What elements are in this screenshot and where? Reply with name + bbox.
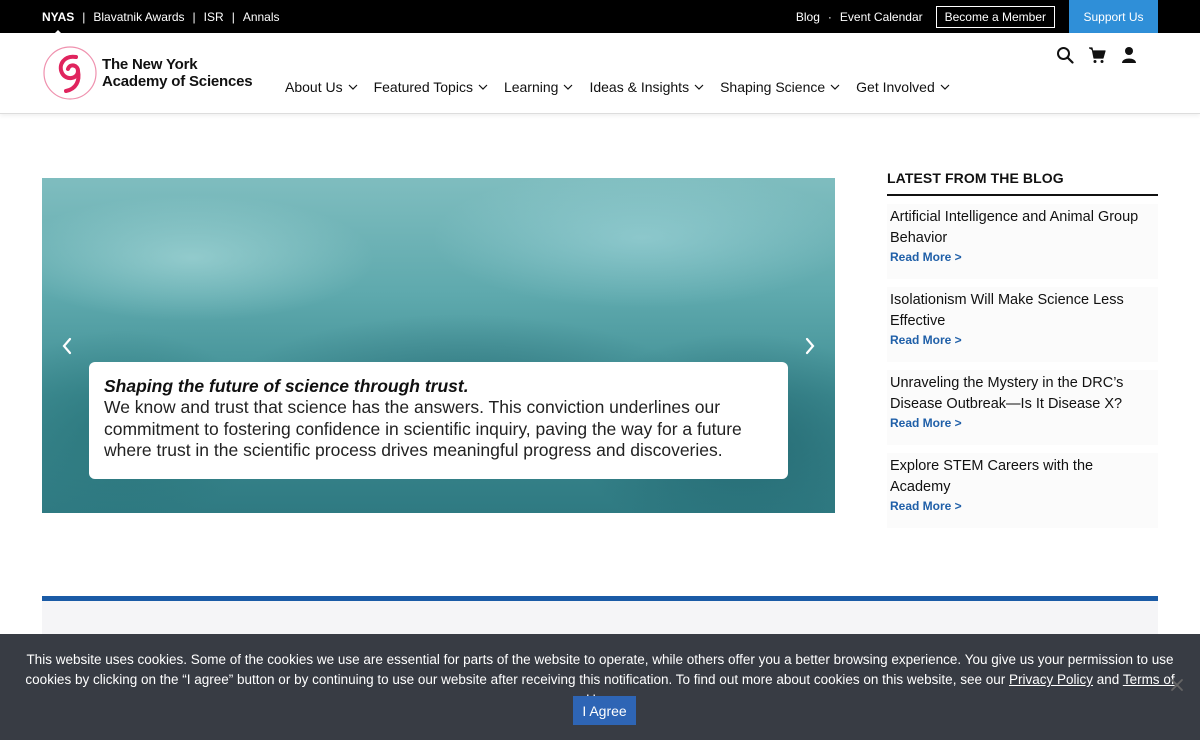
support-us-button[interactable]: Support Us: [1069, 0, 1158, 33]
blog-post: Artificial Intelligence and Animal Group…: [887, 204, 1158, 279]
chevron-down-icon: [564, 84, 573, 90]
user-icon[interactable]: [1120, 46, 1138, 64]
sister-sites-nav: NYAS | Blavatnik Awards | ISR | Annals: [42, 0, 280, 35]
separator: |: [192, 9, 196, 24]
read-more-link[interactable]: Read More >: [890, 250, 1155, 264]
utility-links: Blog · Event Calendar Become a Member Su…: [796, 0, 1158, 33]
read-more-link[interactable]: Read More >: [890, 499, 1155, 513]
blog-post-title[interactable]: Artificial Intelligence and Animal Group…: [890, 207, 1155, 248]
site-link-isr[interactable]: ISR: [204, 10, 224, 24]
chevron-left-icon[interactable]: [60, 336, 74, 356]
blog-post-title[interactable]: Unraveling the Mystery in the DRC’s Dise…: [890, 373, 1155, 414]
nav-learning[interactable]: Learning: [504, 79, 574, 95]
header-actions: [1056, 46, 1138, 64]
site-link-blavatnik-awards[interactable]: Blavatnik Awards: [93, 10, 184, 24]
separator-dot: ·: [827, 9, 832, 24]
nav-label: Learning: [503, 79, 559, 95]
separator: |: [231, 9, 235, 24]
cookie-text: This website uses cookies. Some of the c…: [25, 652, 1174, 687]
chevron-down-icon: [940, 84, 950, 90]
close-icon[interactable]: [1170, 678, 1184, 692]
hero-body: We know and trust that science has the a…: [104, 397, 742, 460]
read-more-link[interactable]: Read More >: [890, 416, 1155, 430]
become-member-button[interactable]: Become a Member: [935, 5, 1055, 28]
nav-label: Shaping Science: [720, 79, 826, 95]
blog-post: Isolationism Will Make Science Less Effe…: [887, 287, 1158, 362]
blog-post-title[interactable]: Explore STEM Careers with the Academy: [890, 456, 1155, 497]
read-more-link[interactable]: Read More >: [890, 333, 1155, 347]
search-icon[interactable]: [1056, 46, 1074, 64]
nav-featured-topics[interactable]: Featured Topics: [374, 79, 488, 95]
utility-bar: NYAS | Blavatnik Awards | ISR | Annals B…: [0, 0, 1200, 35]
blog-post: Unraveling the Mystery in the DRC’s Dise…: [887, 370, 1158, 445]
logo-line-2: Academy of Sciences: [102, 73, 253, 90]
cookie-and: and: [1093, 672, 1123, 687]
chevron-down-icon: [348, 84, 358, 90]
chevron-down-icon: [478, 84, 488, 90]
nav-ideas-insights[interactable]: Ideas & Insights: [589, 79, 704, 95]
nav-label: Ideas & Insights: [589, 79, 690, 95]
chevron-right-icon[interactable]: [803, 336, 817, 356]
nav-about-us[interactable]: About Us: [285, 79, 358, 95]
site-header: The New York Academy of Sciences About U…: [0, 33, 1200, 114]
nav-label: Get Involved: [856, 79, 935, 95]
separator: |: [82, 9, 86, 24]
latest-blog-sidebar: LATEST FROM THE BLOG Artificial Intellig…: [887, 170, 1158, 528]
site-link-nyas[interactable]: NYAS: [42, 10, 74, 35]
hero-heading: Shaping the future of science through tr…: [104, 376, 469, 396]
nav-label: About Us: [285, 79, 343, 95]
nav-label: Featured Topics: [373, 79, 473, 95]
event-calendar-link[interactable]: Event Calendar: [840, 10, 923, 24]
logo-text: The New York Academy of Sciences: [102, 56, 253, 90]
chevron-down-icon: [694, 84, 704, 90]
blog-post-title[interactable]: Isolationism Will Make Science Less Effe…: [890, 290, 1155, 331]
nyas-logo[interactable]: The New York Academy of Sciences: [42, 45, 253, 101]
blog-section-title: LATEST FROM THE BLOG: [887, 170, 1158, 196]
cart-icon[interactable]: [1088, 46, 1106, 64]
site-link-annals[interactable]: Annals: [243, 10, 280, 24]
nav-shaping-science[interactable]: Shaping Science: [720, 79, 840, 95]
logo-line-1: The New York: [102, 56, 198, 73]
privacy-policy-link[interactable]: Privacy Policy: [1009, 672, 1093, 687]
hero-caption: Shaping the future of science through tr…: [89, 362, 788, 479]
i-agree-button[interactable]: I Agree: [573, 696, 636, 725]
main-nav: About Us Featured Topics Learning Ideas …: [285, 79, 966, 95]
chevron-down-icon: [830, 84, 840, 90]
blog-link[interactable]: Blog: [796, 10, 820, 24]
cookie-banner: This website uses cookies. Some of the c…: [0, 634, 1200, 740]
hero-slider: Shaping the future of science through tr…: [42, 178, 835, 513]
nav-get-involved[interactable]: Get Involved: [856, 79, 950, 95]
logo-swirl-icon: [43, 46, 97, 100]
blog-post: Explore STEM Careers with the Academy Re…: [887, 453, 1158, 528]
